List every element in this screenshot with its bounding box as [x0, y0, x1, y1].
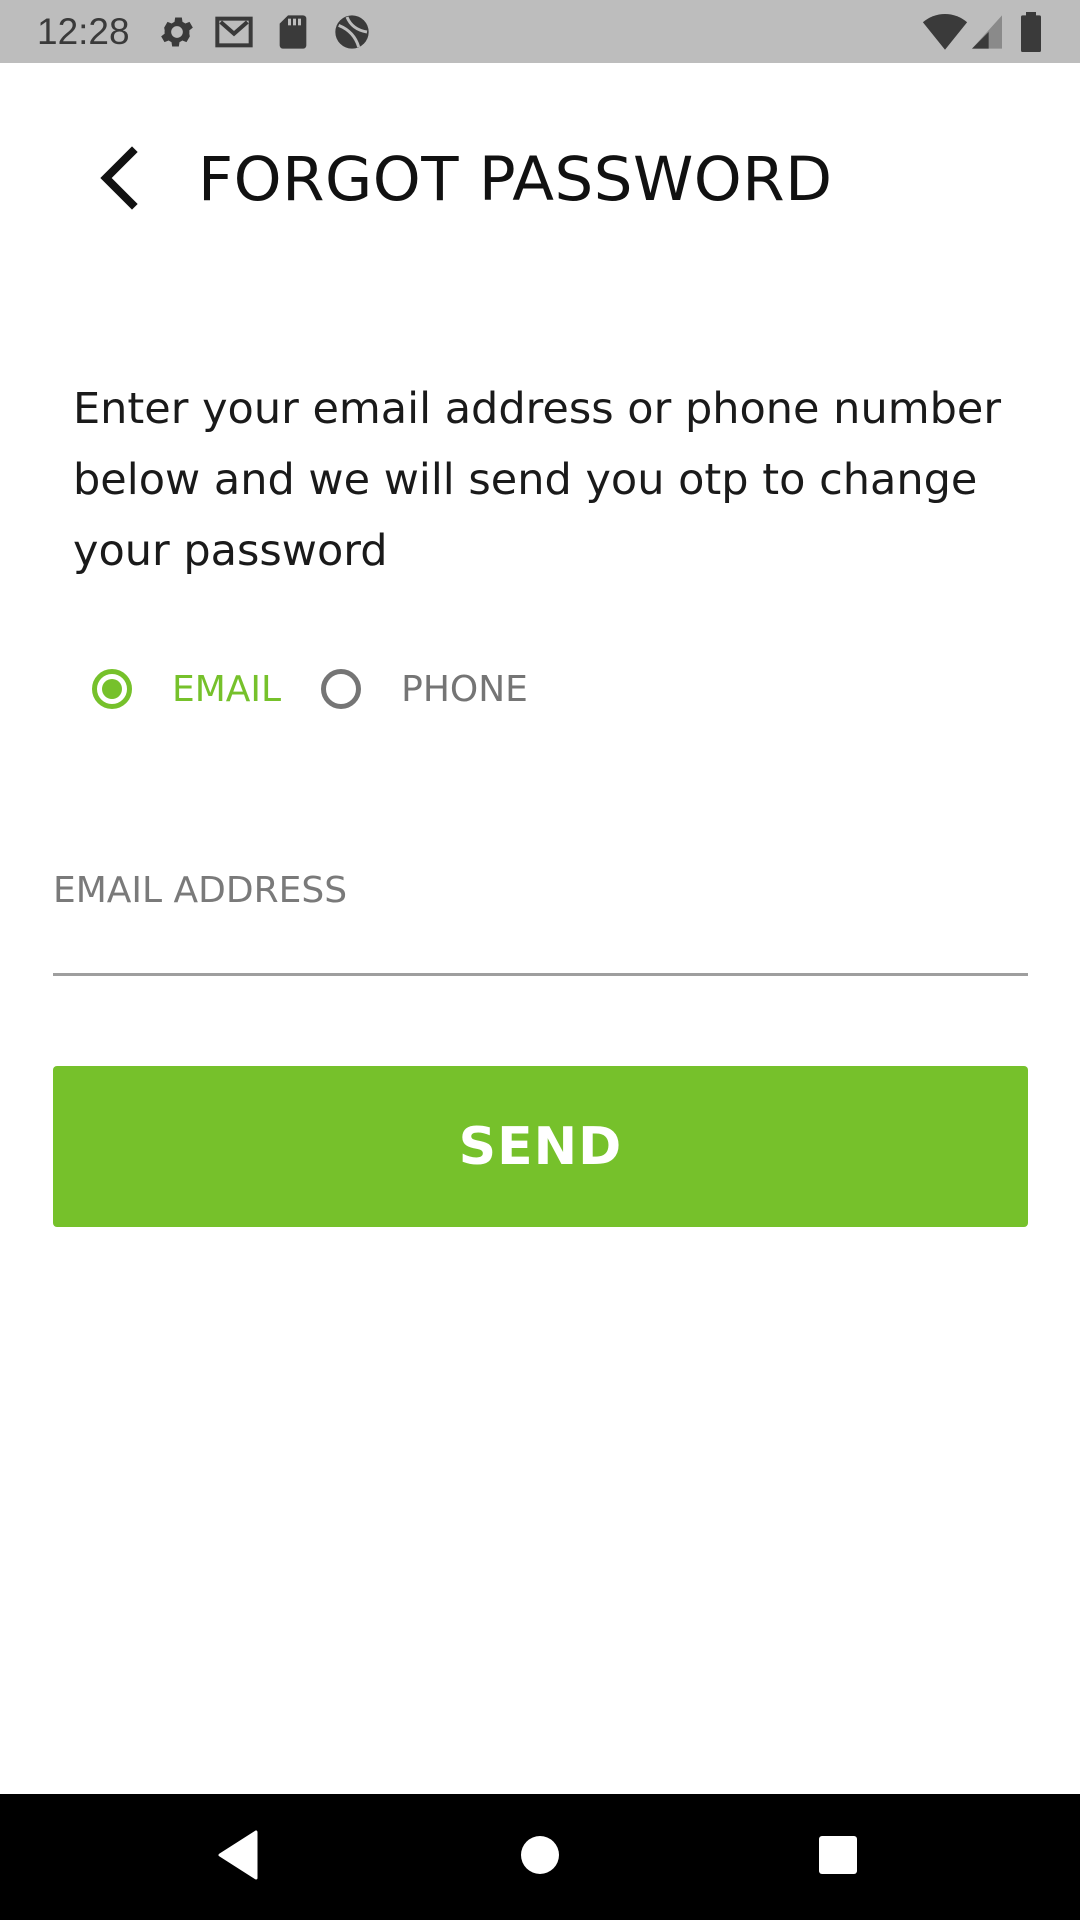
back-triangle-icon	[216, 1830, 260, 1884]
home-circle-icon	[520, 1835, 560, 1879]
back-button[interactable]	[78, 140, 158, 220]
nav-recents-button[interactable]	[808, 1827, 868, 1887]
battery-icon	[1016, 12, 1046, 53]
email-radio-button[interactable]	[92, 669, 132, 709]
status-bar: 12:28	[0, 0, 1080, 63]
signal-icon	[970, 12, 1004, 52]
contact-method-radio-group: EMAIL PHONE	[92, 664, 528, 714]
gear-icon	[157, 12, 197, 52]
phone-radio-option[interactable]: PHONE	[321, 669, 528, 710]
status-time: 12:28	[37, 11, 130, 52]
email-field-container	[53, 855, 1028, 976]
send-button-label: SEND	[458, 1116, 623, 1177]
gmail-icon	[214, 12, 254, 52]
phone-radio-label[interactable]: PHONE	[401, 669, 528, 710]
chevron-left-icon	[96, 146, 140, 214]
nav-home-button[interactable]	[510, 1827, 570, 1887]
sd-card-icon	[273, 12, 313, 52]
email-input[interactable]	[53, 855, 1028, 925]
radio-selected-dot	[102, 679, 122, 699]
recents-square-icon	[818, 1835, 858, 1879]
email-radio-option[interactable]: EMAIL	[92, 669, 281, 710]
forgot-password-screen: 12:28 FORGOT PASSWORD Enter your email a…	[0, 0, 1080, 1920]
phone-radio-button[interactable]	[321, 669, 362, 709]
instructions-text: Enter your email address or phone number…	[73, 384, 1002, 576]
email-radio-label[interactable]: EMAIL	[172, 669, 281, 710]
sports-ball-icon	[332, 12, 372, 52]
wifi-icon	[922, 12, 968, 52]
navigation-bar	[0, 1794, 1080, 1920]
nav-back-button[interactable]	[208, 1827, 268, 1887]
send-button[interactable]: SEND	[53, 1066, 1028, 1227]
page-title: FORGOT PASSWORD	[198, 144, 833, 215]
